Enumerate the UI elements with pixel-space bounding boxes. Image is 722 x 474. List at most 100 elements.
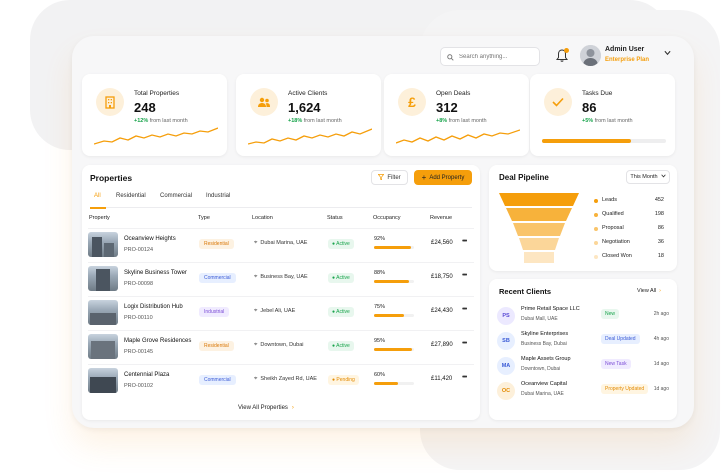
stat-card-active-clients[interactable]: Active Clients 1,624 +18% from last mont…	[236, 74, 381, 156]
view-all-clients-link[interactable]: View All ›	[637, 288, 661, 294]
revenue-value: £24,430	[431, 308, 453, 314]
user-avatar[interactable]	[580, 45, 601, 66]
stat-card-open-deals[interactable]: £ Open Deals 312 +8% from last month	[384, 74, 529, 156]
legend-item: Negotiation 36	[594, 239, 670, 249]
type-badge: Residential	[199, 341, 234, 351]
occupancy-fill	[374, 246, 411, 249]
users-icon	[250, 88, 278, 116]
client-name: Skyline Enterprises	[521, 331, 569, 337]
tab-industrial[interactable]: Industrial	[206, 193, 230, 199]
property-id: PRO-00145	[124, 349, 154, 355]
occupancy-value: 88%	[374, 270, 386, 276]
property-name[interactable]: Centennial Plaza	[124, 372, 169, 378]
activity-badge: New Task	[601, 359, 631, 369]
notifications-bell-icon[interactable]	[556, 48, 569, 63]
location-pin-icon: ⌖	[254, 240, 258, 246]
client-location: Dubai Marina, UAE	[521, 391, 564, 397]
property-thumbnail	[88, 334, 118, 359]
client-item[interactable]: PS Prime Retail Space LLC Dubai Mall, UA…	[497, 305, 671, 329]
more-options-icon[interactable]: •••	[462, 340, 467, 347]
occupancy-value: 60%	[374, 372, 386, 378]
client-item[interactable]: MA Maple Assets Group Downtown, Dubai Ne…	[497, 355, 671, 379]
table-row[interactable]: Skyline Business Tower PRO-00098 Commerc…	[88, 262, 474, 294]
occupancy-bar	[374, 246, 414, 249]
search-icon	[447, 48, 454, 66]
legend-item: Proposal 86	[594, 225, 670, 235]
property-id: PRO-00098	[124, 281, 154, 287]
location-pin-icon: ⌖	[254, 308, 258, 314]
stat-card-total-properties[interactable]: Total Properties 248 +12% from last mont…	[82, 74, 227, 156]
property-name[interactable]: Oceanview Heights	[124, 236, 176, 242]
property-tabs: All Residential Commercial Industrial	[90, 192, 472, 208]
property-name[interactable]: Logix Distribution Hub	[124, 304, 183, 310]
property-id: PRO-00102	[124, 383, 154, 389]
add-property-button[interactable]: + Add Property	[414, 170, 472, 185]
check-icon	[544, 88, 572, 116]
table-row[interactable]: Oceanview Heights PRO-00124 Residential …	[88, 228, 474, 260]
more-options-icon[interactable]: •••	[462, 306, 467, 313]
occupancy-bar	[374, 348, 414, 351]
user-plan: Enterprise Plan	[605, 57, 650, 63]
column-header: Occupancy	[373, 215, 401, 221]
client-avatar: SB	[497, 332, 515, 350]
property-thumbnail	[88, 232, 118, 257]
recent-clients-card: Recent Clients View All › PS Prime Retail…	[489, 279, 677, 420]
pipeline-funnel	[499, 193, 579, 263]
period-select[interactable]: This Month	[626, 170, 670, 184]
property-location: ⌖ Business Bay, UAE	[254, 274, 308, 280]
search-box[interactable]	[440, 47, 540, 66]
occupancy-value: 92%	[374, 236, 386, 242]
stat-title: Total Properties	[134, 90, 180, 97]
search-input[interactable]	[459, 53, 539, 60]
funnel-stage-qualified	[506, 208, 572, 221]
properties-card: Properties Filter + Add Property All Res…	[82, 165, 480, 420]
client-item[interactable]: SB Skyline Enterprises Business Bay, Dub…	[497, 330, 671, 354]
chevron-down-icon[interactable]	[664, 50, 671, 58]
table-row[interactable]: Logix Distribution Hub PRO-00110 Industr…	[88, 296, 474, 328]
client-name: Oceanview Capital	[521, 381, 567, 387]
stat-card-tasks-due[interactable]: Tasks Due 86 +5% from last month	[530, 74, 675, 156]
more-options-icon[interactable]: •••	[462, 238, 467, 245]
column-header: Property	[89, 215, 110, 221]
chevron-right-icon: ›	[659, 288, 662, 294]
properties-title: Properties	[90, 173, 133, 183]
more-options-icon[interactable]: •••	[462, 272, 467, 279]
property-id: PRO-00110	[124, 315, 153, 321]
table-row[interactable]: Centennial Plaza PRO-00102 Commercial ⌖ S…	[88, 364, 474, 396]
type-badge: Commercial	[199, 375, 236, 385]
status-badge: ● Active	[328, 239, 354, 249]
legend-item: Closed Won 18	[594, 253, 670, 263]
tab-all[interactable]: All	[94, 193, 101, 199]
plus-icon: +	[421, 173, 427, 182]
stat-change: +5% from last month	[582, 118, 633, 124]
revenue-value: £11,420	[431, 376, 453, 382]
time-ago: 2h ago	[653, 311, 669, 317]
chevron-right-icon: ›	[291, 405, 294, 411]
occupancy-bar	[374, 382, 414, 385]
client-item[interactable]: OC Oceanview Capital Dubai Marina, UAE P…	[497, 380, 671, 404]
property-thumbnail	[88, 300, 118, 325]
property-name[interactable]: Skyline Business Tower	[124, 270, 187, 276]
type-badge: Residential	[199, 239, 234, 249]
occupancy-value: 75%	[374, 304, 386, 310]
view-all-properties-link[interactable]: View All Properties ›	[238, 405, 294, 411]
tab-commercial[interactable]: Commercial	[160, 193, 192, 199]
tab-residential[interactable]: Residential	[116, 193, 146, 199]
sparkline	[248, 128, 372, 145]
activity-badge: New	[601, 309, 620, 319]
status-badge: ● Pending	[328, 375, 359, 385]
column-header: Location	[252, 215, 273, 221]
tasks-progress-bar	[542, 139, 666, 143]
client-avatar: PS	[497, 307, 515, 325]
property-location: ⌖ Dubai Marina, UAE	[254, 240, 308, 246]
column-header: Status	[327, 215, 343, 221]
time-ago: 1d ago	[653, 386, 669, 392]
occupancy-fill	[374, 348, 412, 351]
active-tab-indicator	[90, 207, 106, 209]
filter-button[interactable]: Filter	[371, 170, 408, 185]
property-name[interactable]: Maple Grove Residences	[124, 338, 191, 344]
client-location: Downtown, Dubai	[521, 366, 561, 372]
client-avatar: MA	[497, 357, 515, 375]
table-row[interactable]: Maple Grove Residences PRO-00145 Residen…	[88, 330, 474, 362]
more-options-icon[interactable]: •••	[462, 374, 467, 381]
